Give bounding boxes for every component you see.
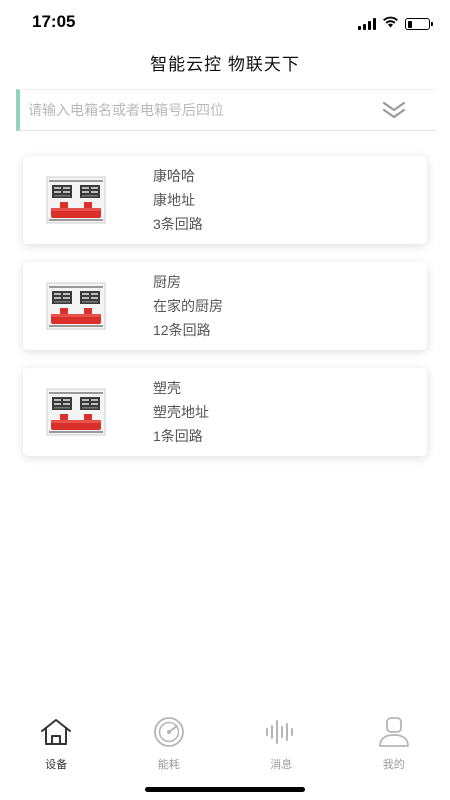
tab-profile[interactable]: 我的 bbox=[338, 708, 450, 778]
device-address: 在家的厨房 bbox=[153, 297, 223, 314]
device-info: 塑壳 塑壳地址 1条回路 bbox=[153, 380, 209, 445]
device-address: 塑壳地址 bbox=[153, 403, 209, 420]
electric-box-icon bbox=[46, 281, 106, 331]
search-input[interactable] bbox=[20, 102, 374, 118]
device-circuit-count: 1条回路 bbox=[153, 427, 203, 444]
double-chevron-down-icon[interactable] bbox=[374, 90, 414, 130]
device-name: 塑壳 bbox=[153, 379, 181, 396]
battery-icon bbox=[405, 18, 433, 30]
device-circuit-count: 3条回路 bbox=[153, 215, 203, 232]
device-info: 厨房 在家的厨房 12条回路 bbox=[153, 274, 223, 339]
tab-energy[interactable]: 能耗 bbox=[113, 708, 226, 778]
status-time: 17:05 bbox=[32, 12, 76, 31]
user-icon bbox=[376, 716, 412, 748]
device-card[interactable]: 塑壳 塑壳地址 1条回路 bbox=[23, 368, 427, 456]
electric-box-icon bbox=[46, 387, 106, 437]
device-card[interactable]: 厨房 在家的厨房 12条回路 bbox=[23, 262, 427, 350]
signal-icon bbox=[358, 18, 376, 30]
electric-box-icon bbox=[46, 175, 106, 225]
device-card[interactable]: 康哈哈 康地址 3条回路 bbox=[23, 156, 427, 244]
device-name: 厨房 bbox=[153, 273, 181, 290]
search-bar bbox=[16, 89, 436, 131]
device-circuit-count: 12条回路 bbox=[153, 321, 211, 338]
device-list: 康哈哈 康地址 3条回路 厨房 在家的厨房 12条回路 塑壳 塑壳地址 1条回路 bbox=[23, 156, 427, 474]
status-icons bbox=[358, 15, 433, 33]
sound-wave-icon bbox=[263, 716, 299, 748]
wifi-icon bbox=[382, 15, 399, 33]
device-info: 康哈哈 康地址 3条回路 bbox=[153, 168, 203, 233]
device-name: 康哈哈 bbox=[153, 167, 195, 184]
page-title: 智能云控 物联天下 bbox=[150, 55, 300, 74]
tab-label: 能耗 bbox=[157, 759, 180, 771]
tab-label: 设备 bbox=[45, 759, 68, 771]
gauge-icon bbox=[151, 716, 187, 748]
tab-bar: 设备 能耗 消息 我的 bbox=[0, 708, 450, 778]
tab-messages[interactable]: 消息 bbox=[225, 708, 338, 778]
device-address: 康地址 bbox=[153, 191, 195, 208]
home-icon bbox=[38, 716, 74, 748]
tab-devices[interactable]: 设备 bbox=[0, 708, 113, 778]
tab-label: 我的 bbox=[382, 759, 405, 771]
tab-label: 消息 bbox=[270, 759, 293, 771]
home-indicator bbox=[145, 787, 305, 792]
status-bar: 17:05 bbox=[0, 0, 450, 44]
